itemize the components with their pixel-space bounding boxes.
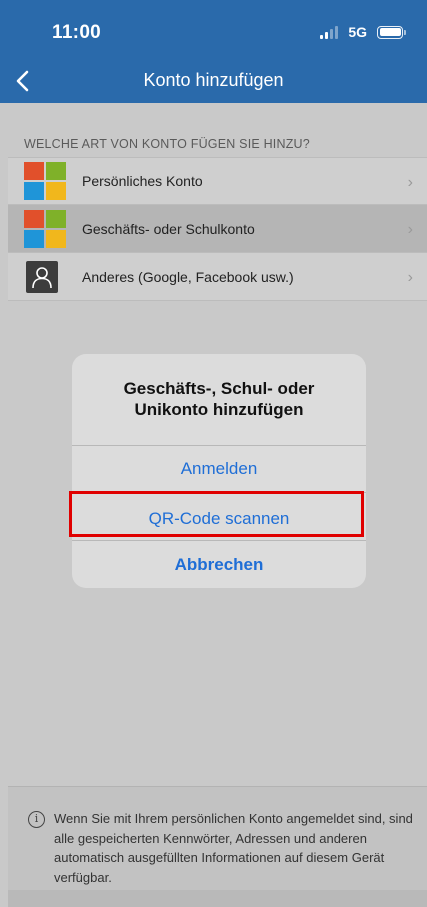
divider (72, 445, 366, 446)
network-type: 5G (348, 24, 367, 40)
signal-icon (320, 25, 339, 39)
bottom-strip (8, 890, 427, 907)
account-option-personal[interactable]: Persönliches Konto › (8, 157, 427, 205)
section-header: WELCHE ART VON KONTO FÜGEN SIE HINZU? (24, 137, 310, 151)
cancel-button[interactable]: Abbrechen (72, 555, 366, 575)
add-work-account-dialog: Geschäfts-, Schul- oder Unikonto hinzufü… (72, 354, 366, 588)
chevron-right-icon: › (407, 269, 413, 286)
microsoft-logo-icon (24, 209, 66, 248)
info-footer: i Wenn Sie mit Ihrem persönlichen Konto … (8, 786, 427, 890)
info-text: Wenn Sie mit Ihrem persönlichen Konto an… (54, 811, 413, 885)
sign-in-button[interactable]: Anmelden (72, 459, 366, 479)
account-option-other[interactable]: Anderes (Google, Facebook usw.) › (8, 253, 427, 301)
status-indicators: 5G (320, 24, 406, 40)
divider (72, 540, 366, 541)
account-option-label: Persönliches Konto (82, 173, 203, 189)
chevron-right-icon: › (407, 221, 413, 238)
highlight-box (69, 491, 364, 537)
account-option-work-school[interactable]: Geschäfts- oder Schulkonto › (8, 205, 427, 253)
chevron-right-icon: › (407, 174, 413, 191)
person-icon (26, 260, 58, 293)
page-title: Konto hinzufügen (143, 70, 284, 90)
app-header: 11:00 5G Konto hinzufügen (0, 0, 427, 103)
battery-icon (377, 25, 406, 39)
info-icon: i (28, 811, 45, 828)
microsoft-logo-icon (24, 162, 66, 200)
status-time: 11:00 (52, 22, 102, 43)
account-type-list: Persönliches Konto › Geschäfts- oder Sch… (8, 157, 427, 301)
account-option-label: Anderes (Google, Facebook usw.) (82, 268, 294, 285)
dialog-title: Geschäfts-, Schul- oder Unikonto hinzufü… (123, 379, 315, 419)
account-option-label: Geschäfts- oder Schulkonto (82, 220, 255, 237)
